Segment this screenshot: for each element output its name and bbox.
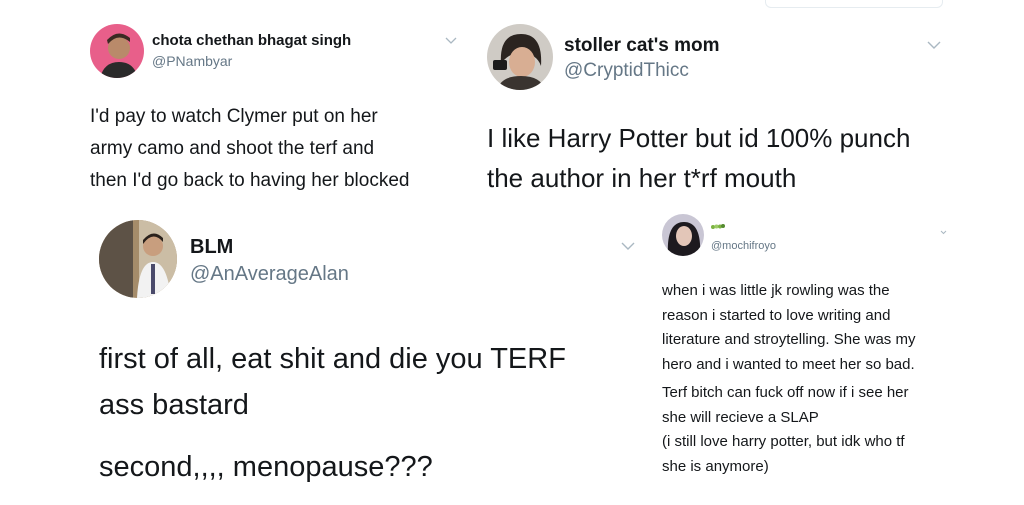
- tweet-text-line: Terf bitch can fuck off now if i see her: [662, 384, 909, 401]
- tweet-text-line: I like Harry Potter but id 100% punch: [487, 123, 911, 153]
- username-handle[interactable]: @AnAverageAlan: [190, 263, 349, 286]
- tweet-text-line: then I'd go back to having her blocked: [90, 170, 410, 191]
- display-name[interactable]: BLM: [190, 236, 233, 259]
- chevron-down-icon[interactable]: [940, 230, 947, 235]
- tweet-text-line: I'd pay to watch Clymer put on her: [90, 106, 378, 127]
- tweet-card-2: stoller cat's mom @CryptidThicc I like H…: [480, 0, 1024, 200]
- avatar[interactable]: [90, 24, 144, 78]
- avatar[interactable]: [662, 214, 704, 256]
- avatar[interactable]: [99, 220, 177, 298]
- tweet-card-4: @mochifroyo when i was little jk rowling…: [650, 200, 1024, 505]
- tweet-text-line: she will recieve a SLAP: [662, 408, 819, 426]
- tweet-text-line: ass bastard: [99, 389, 249, 421]
- tweet-text-line: the author in her t*rf mouth: [487, 163, 797, 193]
- username-handle[interactable]: @CryptidThicc: [564, 60, 689, 82]
- tweet-text-line: she is anymore): [662, 457, 769, 475]
- tweet-card-1: chota chethan bhagat singh @PNambyar I'd…: [0, 0, 480, 200]
- tweet-text-line: literature and stroytelling. She was my: [662, 331, 916, 348]
- tweet-text: first of all, eat shit and die you TERF …: [99, 336, 566, 490]
- tweet-text-line: hero and i wanted to meet her so bad.: [662, 355, 915, 373]
- tweet-text: I like Harry Potter but id 100% punch th…: [487, 118, 910, 198]
- display-name[interactable]: stoller cat's mom: [564, 35, 720, 57]
- tweet-text-line: when i was little jk rowling was the: [662, 282, 890, 299]
- tweet-text-line: (i still love harry potter, but idk who …: [662, 433, 905, 450]
- tweet-text: when i was little jk rowling was the rea…: [662, 279, 915, 479]
- username-handle[interactable]: @mochifroyo: [711, 240, 776, 252]
- chevron-down-icon[interactable]: [927, 41, 941, 50]
- display-name[interactable]: chota chethan bhagat singh: [152, 32, 351, 49]
- tweet-text: I'd pay to watch Clymer put on her army …: [90, 101, 409, 197]
- chevron-down-icon[interactable]: [621, 242, 635, 251]
- tweet-text-line: army camo and shoot the terf and: [90, 138, 375, 159]
- tweet-text-line: first of all, eat shit and die you TERF: [99, 343, 566, 375]
- tweet-text-line: reason i started to love writing and: [662, 306, 891, 324]
- caterpillar-emoji-icon: [711, 224, 725, 229]
- username-handle[interactable]: @PNambyar: [152, 53, 232, 69]
- avatar[interactable]: [487, 24, 553, 90]
- chevron-down-icon[interactable]: [445, 37, 457, 45]
- tweet-text-line: second,,,, menopause???: [99, 451, 433, 483]
- tweet-card-3: BLM @AnAverageAlan first of all, eat shi…: [0, 200, 650, 505]
